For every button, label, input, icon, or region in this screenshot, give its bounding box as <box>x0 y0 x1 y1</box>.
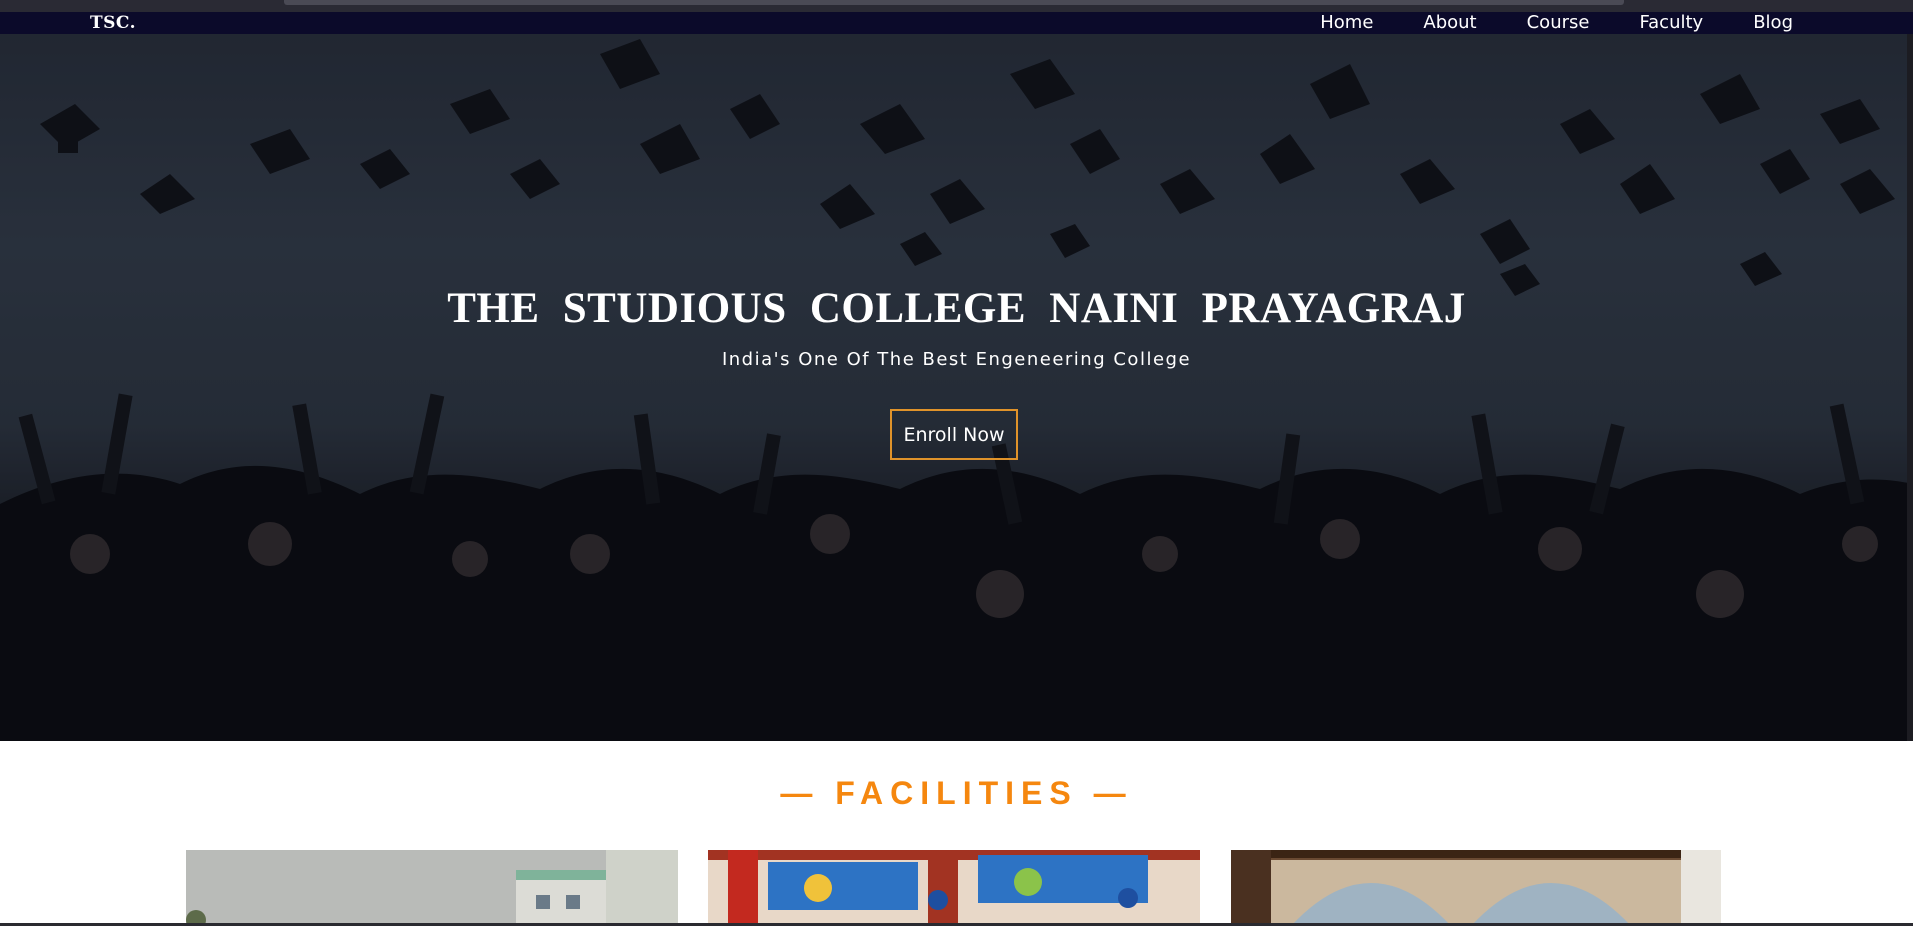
facility-card-building[interactable] <box>186 850 678 926</box>
library-image <box>1231 850 1721 926</box>
nav-link-home[interactable]: Home <box>1295 12 1398 34</box>
hero-overlay <box>0 34 1913 741</box>
vertical-scrollbar[interactable] <box>1907 34 1913 741</box>
site-logo[interactable]: TSC. <box>90 12 136 34</box>
canteen-image <box>708 850 1200 926</box>
building-image <box>186 850 678 926</box>
facilities-heading: — FACILITIES — <box>780 775 1133 811</box>
hero-title: THE STUDIOUS COLLEGE NAINI PRAYAGRAJ <box>447 285 1466 332</box>
facility-card-canteen[interactable] <box>708 850 1200 926</box>
nav-links: Home About Course Faculty Blog <box>1295 12 1793 34</box>
nav-link-faculty[interactable]: Faculty <box>1614 12 1728 34</box>
hero-section: THE STUDIOUS COLLEGE NAINI PRAYAGRAJ Ind… <box>0 34 1913 741</box>
navbar: TSC. Home About Course Faculty Blog <box>0 12 1913 34</box>
nav-link-course[interactable]: Course <box>1502 12 1615 34</box>
browser-top-strip <box>0 0 1913 12</box>
facility-card-library[interactable] <box>1231 850 1721 926</box>
enroll-now-button[interactable]: Enroll Now <box>890 409 1018 460</box>
horizontal-scroll-thumb[interactable] <box>284 0 1624 5</box>
hero-subtitle: India's One Of The Best Engeneering Coll… <box>721 349 1192 370</box>
nav-link-blog[interactable]: Blog <box>1728 12 1793 34</box>
nav-link-about[interactable]: About <box>1398 12 1501 34</box>
